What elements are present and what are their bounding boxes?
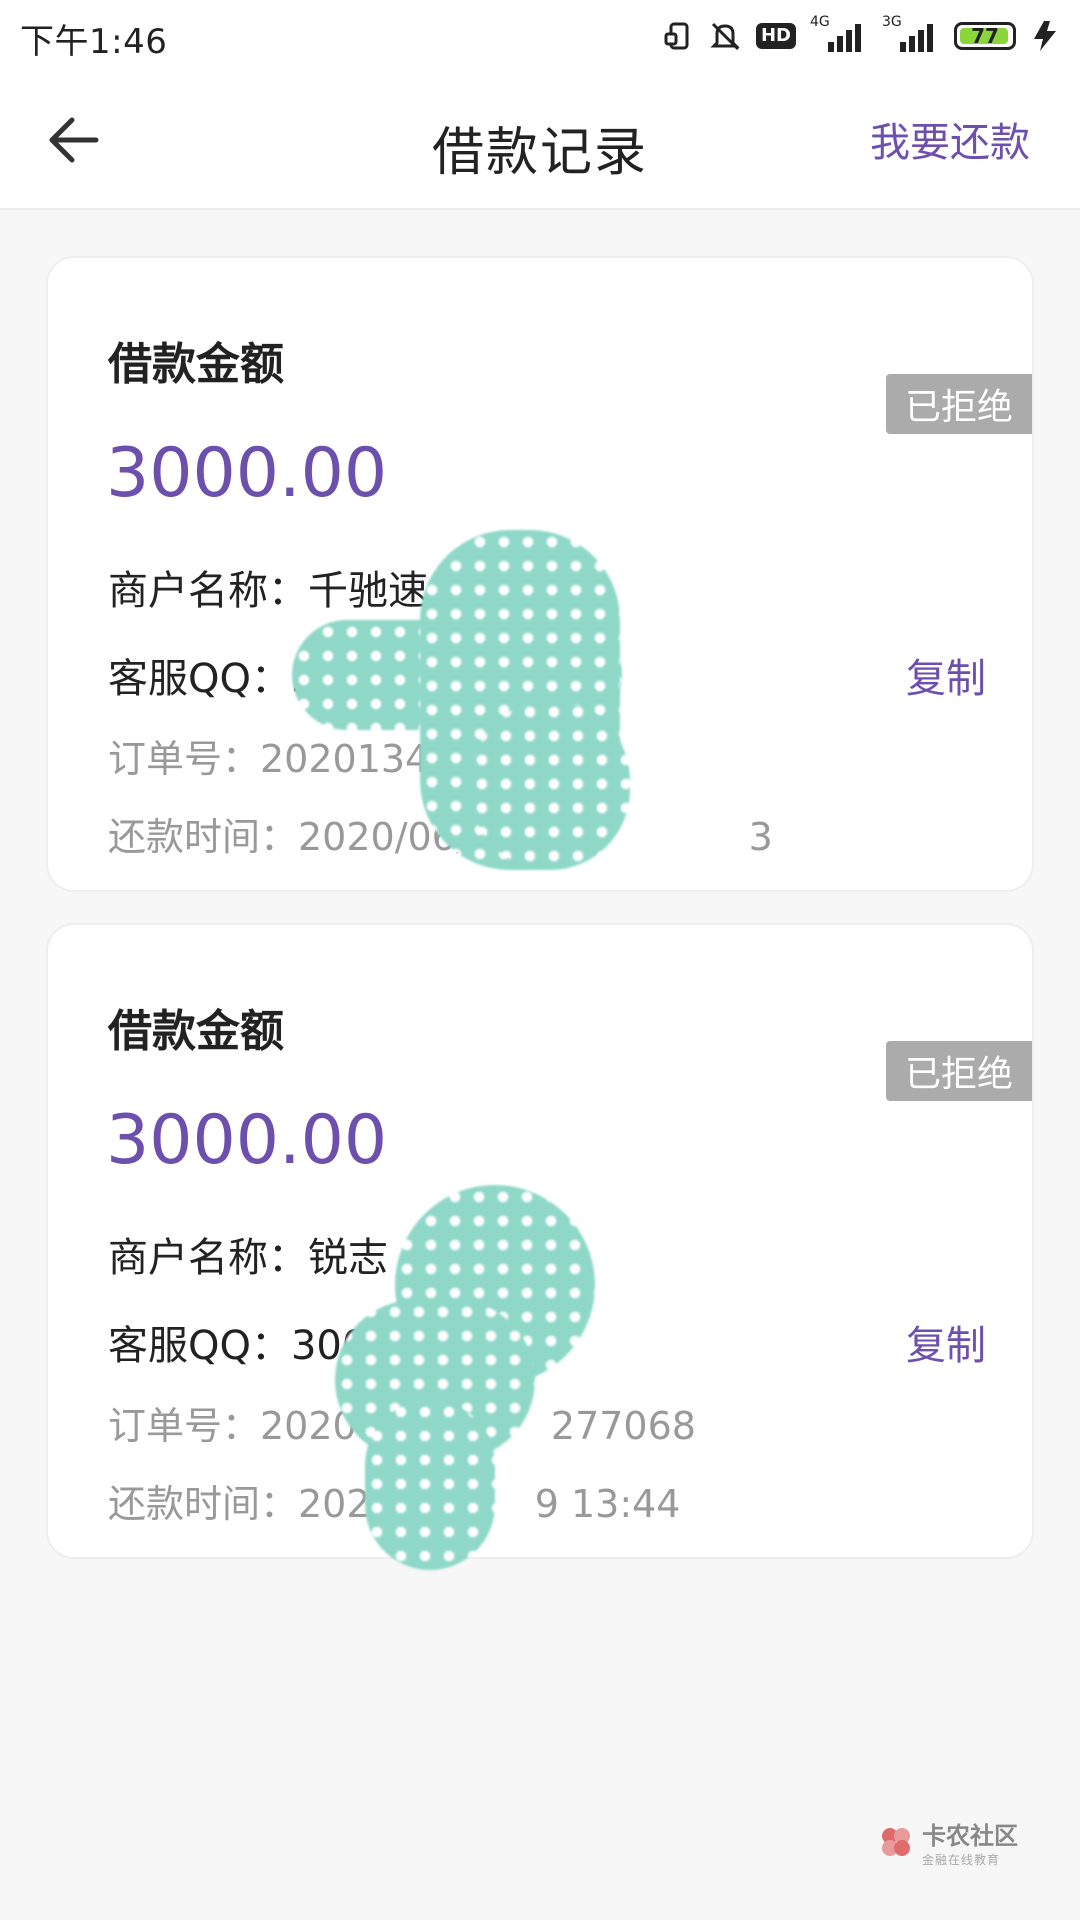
repay-time-tail: 3 (748, 815, 773, 859)
app-header: 借款记录 我要还款 (0, 72, 1080, 210)
status-badge: 已拒绝 (886, 374, 1032, 434)
repay-time-text: 还款时间：2020 (108, 1482, 395, 1526)
mute-bell-icon (710, 22, 740, 51)
kanong-logo-icon (882, 1828, 910, 1856)
watermark-subtitle: 金融在线教育 (922, 1853, 1001, 1867)
amount-label: 借款金额 (108, 1006, 284, 1057)
status-badge: 已拒绝 (886, 1041, 1032, 1101)
amount-label: 借款金额 (108, 339, 284, 390)
order-number-text: 订单号：20201 (108, 1404, 381, 1448)
status-icons: HD 4G 3G 77 (662, 14, 1060, 56)
repay-time-text: 还款时间：2020/06/ (108, 815, 469, 859)
repay-time-tail: 9 13:44 (534, 1482, 681, 1526)
redaction-mask (470, 700, 630, 870)
merchant-name: 商户名称：千驰速 (108, 568, 428, 614)
merchant-name: 商户名称：锐志 (108, 1235, 388, 1281)
signal-3g-icon: 3G (882, 14, 940, 54)
hd-badge: HD (755, 23, 796, 49)
copy-button[interactable]: 复制 (906, 646, 986, 704)
charging-icon (1034, 21, 1056, 51)
watermark-logo: 卡农社区 金融在线教育 (878, 1816, 1018, 1868)
redaction-mask (365, 1400, 495, 1570)
copy-button[interactable]: 复制 (906, 1313, 986, 1371)
order-number-tail: 277068 (550, 1404, 696, 1448)
battery-level: 77 (971, 24, 999, 48)
rotation-lock-icon (664, 22, 689, 50)
status-bar: 下午1:46 HD 4G 3G 77 (0, 0, 1080, 72)
service-qq: 客服QQ：3 (108, 656, 317, 702)
signal-4g-icon: 4G (810, 14, 868, 54)
watermark-name: 卡农社区 (922, 1822, 1018, 1850)
loan-amount: 3000.00 (106, 434, 388, 513)
status-time: 下午1:46 (20, 22, 168, 62)
repay-button[interactable]: 我要还款 (870, 110, 1030, 168)
service-qq: 客服QQ：300 (108, 1323, 368, 1369)
order-number: 订单号：20201343 (108, 737, 454, 781)
loan-amount: 3000.00 (106, 1101, 388, 1180)
battery-icon: 77 (954, 22, 1016, 50)
